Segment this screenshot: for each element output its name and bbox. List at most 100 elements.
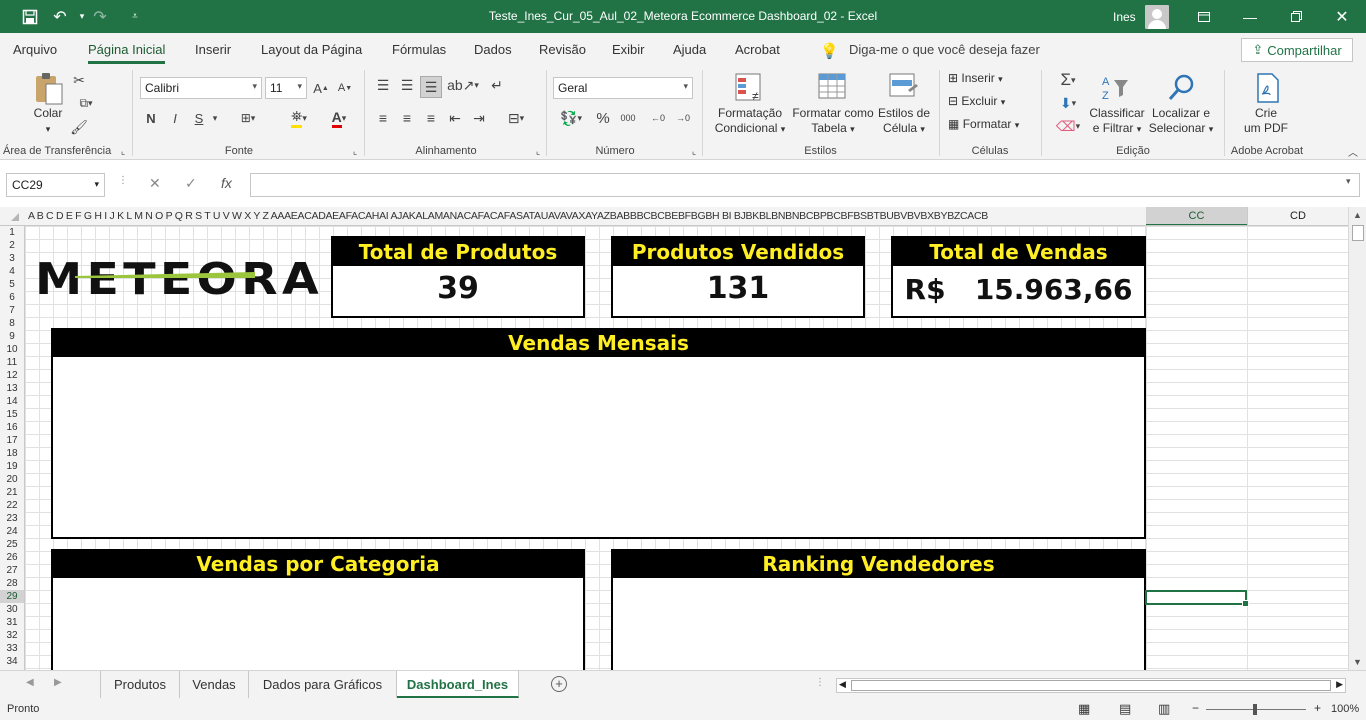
sheet-tab-produtos[interactable]: Produtos [100,671,180,698]
decrease-font-icon[interactable]: A ▼ [336,79,354,97]
row-header[interactable]: 13 [0,382,24,395]
zoom-level[interactable]: 100% [1331,703,1359,715]
formula-input[interactable] [250,173,1360,197]
row-header[interactable]: 28 [0,577,24,590]
scroll-down-icon[interactable]: ▼ [1353,657,1362,667]
row-header[interactable]: 5 [0,278,24,291]
horizontal-scrollbar[interactable]: ◀ ▶ [836,678,1346,693]
row-header[interactable]: 15 [0,408,24,421]
increase-font-icon[interactable]: A ▲ [312,79,330,97]
row-header[interactable]: 29 [0,590,24,603]
delete-cells-button[interactable]: ⊟ Excluir ▾ [948,94,1005,110]
bold-button[interactable]: N [142,109,160,127]
row-header[interactable]: 33 [0,642,24,655]
tab-revisao[interactable]: Revisão [539,42,586,57]
alignment-launcher-icon[interactable]: ⌞ [533,146,543,156]
align-middle-icon[interactable]: ☰ [398,76,416,94]
page-layout-icon[interactable]: ▤ [1119,701,1131,717]
number-launcher-icon[interactable]: ⌞ [689,146,699,156]
row-header[interactable]: 12 [0,369,24,382]
percent-style-icon[interactable]: % [594,109,612,127]
active-cell-selection[interactable] [1145,590,1249,607]
expand-formula-icon[interactable]: ▾ [1346,176,1351,187]
worksheet-grid[interactable]: METEORA Total de Produtos 39 Produtos Ve… [25,226,1348,670]
insert-function-icon[interactable]: fx [221,175,232,191]
tab-split-icon[interactable]: ⋮ [815,677,825,688]
row-header[interactable]: 10 [0,343,24,356]
underline-button[interactable]: S [190,109,208,127]
align-bottom-icon[interactable]: ☰ [420,76,442,98]
next-sheet-icon[interactable]: ▶ [54,677,62,688]
insert-cells-button[interactable]: ⊞ Inserir ▾ [948,71,1003,87]
tab-layout[interactable]: Layout da Página [261,42,362,57]
collapse-ribbon-icon[interactable]: ︿ [1346,146,1360,159]
tell-me-input[interactable]: Diga-me o que você deseja fazer [849,42,1040,57]
tab-inserir[interactable]: Inserir [195,42,231,57]
borders-icon[interactable]: ⊞ ▾ [228,109,268,127]
minimize-icon[interactable]: — [1227,0,1273,33]
tab-arquivo[interactable]: Arquivo [13,42,57,57]
row-header[interactable]: 26 [0,551,24,564]
normal-view-icon[interactable]: ▦ [1078,701,1090,717]
sheet-tab-vendas[interactable]: Vendas [180,671,249,698]
user-name[interactable]: Ines [1113,10,1136,24]
ribbon-display-icon[interactable] [1181,0,1227,33]
row-header[interactable]: 4 [0,265,24,278]
find-select-button[interactable]: Localizar e Selecionar ▾ [1146,106,1216,137]
merge-center-icon[interactable]: ⊟ ▾ [500,109,532,127]
fill-icon[interactable]: ⬇ ▾ [1050,93,1086,113]
row-header[interactable]: 17 [0,434,24,447]
scroll-left-icon[interactable]: ◀ [839,679,846,690]
clipboard-launcher-icon[interactable]: ⌞ [118,146,128,156]
avatar[interactable] [1145,5,1169,29]
row-header[interactable]: 2 [0,239,24,252]
number-format-combo[interactable]: Geral ▾ [553,77,693,99]
select-all-icon[interactable] [11,213,19,221]
row-header[interactable]: 19 [0,460,24,473]
vertical-scrollbar[interactable]: ▲ ▼ [1348,207,1366,670]
format-as-table-icon[interactable] [817,72,849,104]
zoom-out-icon[interactable]: − [1192,701,1199,715]
page-break-icon[interactable]: ▥ [1158,701,1170,717]
row-header[interactable]: 16 [0,421,24,434]
clear-icon[interactable]: ⌫ ▾ [1050,116,1086,136]
column-header-cd[interactable]: CD [1247,207,1348,225]
horizontal-scroll-thumb[interactable] [851,680,1331,691]
increase-decimal-icon[interactable]: ←0 [648,109,668,127]
zoom-in-icon[interactable]: + [1314,701,1321,715]
row-header[interactable]: 23 [0,512,24,525]
row-header[interactable]: 24 [0,525,24,538]
zoom-slider-knob[interactable] [1253,704,1257,715]
align-center-icon[interactable]: ≡ [398,109,416,127]
share-button[interactable]: ⇪ Compartilhar [1241,38,1353,62]
sheet-tab-dados-graficos[interactable]: Dados para Gráficos [249,671,397,698]
tab-ajuda[interactable]: Ajuda [673,42,706,57]
enter-icon[interactable]: ✓ [185,175,197,192]
row-header[interactable]: 32 [0,629,24,642]
close-icon[interactable]: ✕ [1319,0,1365,33]
font-color-icon[interactable]: A ▾ [322,109,356,128]
decrease-decimal-icon[interactable]: →0 [673,109,693,127]
row-header[interactable]: 11 [0,356,24,369]
paste-button[interactable]: Colar ▾ [28,106,68,137]
align-right-icon[interactable]: ≡ [422,109,440,127]
row-header[interactable]: 22 [0,499,24,512]
add-sheet-icon[interactable]: + [551,676,567,692]
wrap-text-icon[interactable]: ↵ [488,76,506,94]
row-header[interactable]: 25 [0,538,24,551]
format-as-table-button[interactable]: Formatar como Tabela ▾ [790,106,876,137]
cancel-icon[interactable]: ✕ [149,175,161,192]
row-header[interactable]: 21 [0,486,24,499]
row-header[interactable]: 27 [0,564,24,577]
scroll-right-icon[interactable]: ▶ [1336,679,1343,690]
prev-sheet-icon[interactable]: ◀ [26,677,34,688]
row-header[interactable]: 9 [0,330,24,343]
row-header[interactable]: 34 [0,655,24,668]
tab-dados[interactable]: Dados [474,42,512,57]
conditional-formatting-icon[interactable]: ≠ [734,72,766,104]
align-top-icon[interactable]: ☰ [374,76,392,94]
tab-pagina-inicial[interactable]: Página Inicial [88,42,166,64]
row-header[interactable]: 30 [0,603,24,616]
sort-filter-button[interactable]: Classificar e Filtrar ▾ [1086,106,1148,137]
zoom-slider[interactable] [1206,704,1306,715]
